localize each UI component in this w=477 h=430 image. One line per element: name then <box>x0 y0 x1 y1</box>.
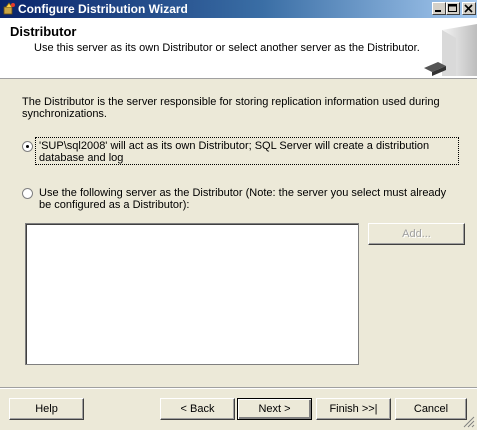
minimize-icon <box>435 10 441 12</box>
resize-grip-icon[interactable] <box>463 416 475 428</box>
title-bar[interactable]: Configure Distribution Wizard <box>0 0 477 18</box>
close-button[interactable] <box>462 2 476 15</box>
page-title: Distributor <box>10 24 77 39</box>
wizard-header: Distributor Use this server as its own D… <box>0 18 477 79</box>
back-button[interactable]: < Back <box>160 398 235 420</box>
server-graphic-icon <box>424 24 477 76</box>
minimize-button[interactable] <box>432 2 446 15</box>
add-button[interactable]: Add... <box>368 223 465 245</box>
wizard-app-icon <box>3 2 15 15</box>
next-button[interactable]: Next > <box>237 398 312 420</box>
distributor-description: The Distributor is the server responsibl… <box>22 96 440 120</box>
option-own-distributor-radio[interactable] <box>22 141 33 152</box>
option-other-distributor-label[interactable]: Use the following server as the Distribu… <box>39 187 459 211</box>
maximize-icon <box>448 4 457 12</box>
option-own-distributor-label[interactable]: 'SUP\sql2008' will act as its own Distri… <box>39 140 457 164</box>
page-subtitle: Use this server as its own Distributor o… <box>34 42 420 54</box>
option-other-distributor-radio[interactable] <box>22 188 33 199</box>
finish-button[interactable]: Finish >>| <box>316 398 391 420</box>
maximize-button[interactable] <box>446 2 460 15</box>
wizard-window: Configure Distribution Wizard Distributo… <box>0 0 477 430</box>
window-title: Configure Distribution Wizard <box>18 2 188 16</box>
help-button[interactable]: Help <box>9 398 84 420</box>
cancel-button[interactable]: Cancel <box>395 398 467 420</box>
distributor-server-list[interactable] <box>25 223 359 365</box>
close-icon <box>464 4 473 13</box>
footer-separator <box>0 387 477 389</box>
